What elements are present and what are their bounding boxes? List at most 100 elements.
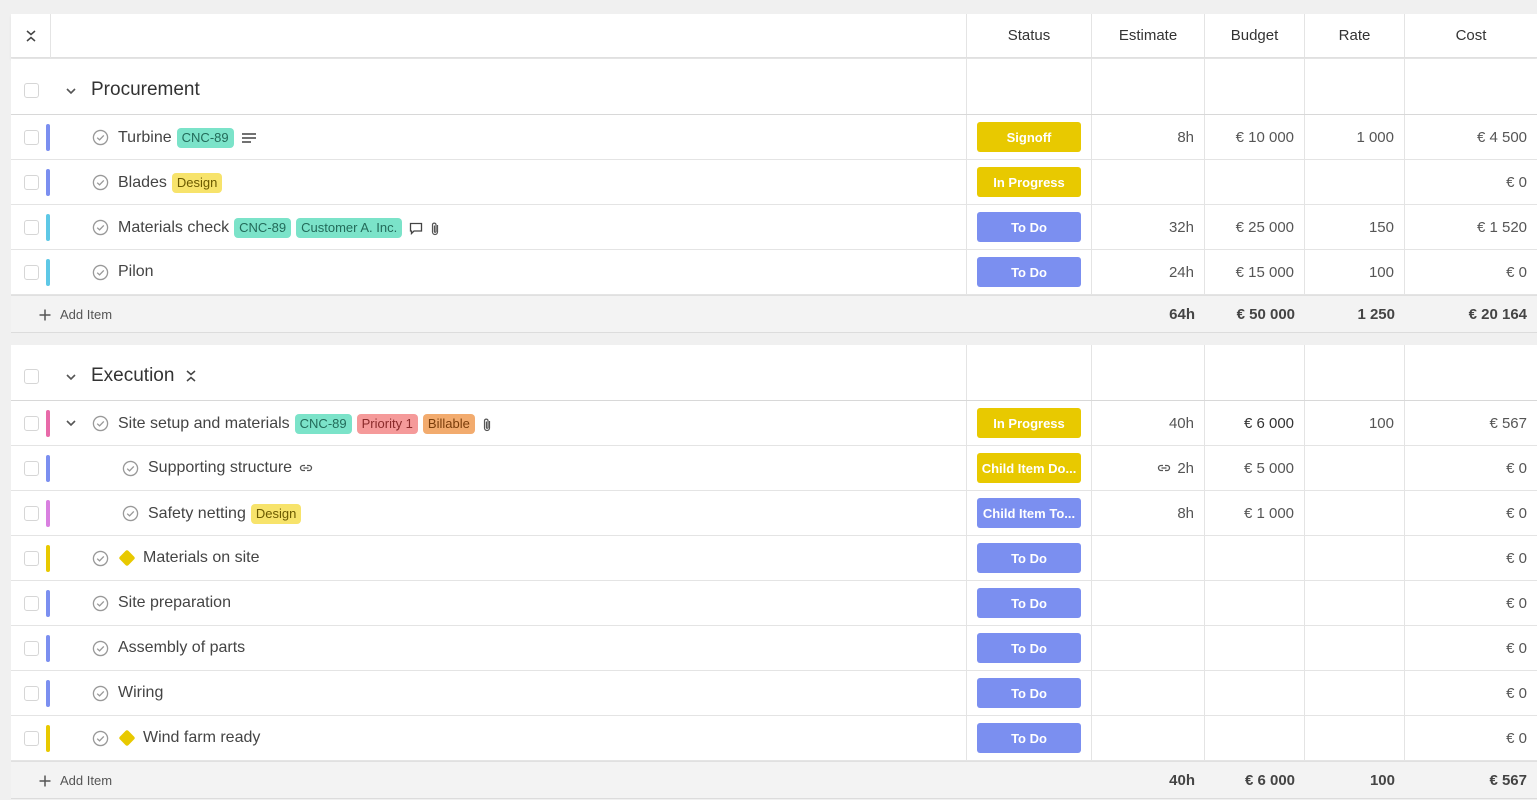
budget-cell[interactable]: € 5 000 [1205, 446, 1305, 490]
rate-cell[interactable] [1305, 671, 1405, 715]
chevron-down-icon[interactable] [65, 417, 77, 429]
table-row[interactable]: Materials check CNC-89 Customer A. Inc. … [11, 205, 1537, 250]
budget-cell[interactable]: € 10 000 [1205, 115, 1305, 159]
comment-icon[interactable] [409, 222, 423, 235]
check-circle-icon[interactable] [122, 460, 139, 477]
cost-cell[interactable]: € 1 520 [1405, 205, 1537, 249]
budget-cell[interactable]: € 6 000 [1205, 401, 1305, 445]
column-header-budget[interactable]: Budget [1205, 14, 1305, 57]
attachment-icon[interactable] [430, 221, 440, 236]
check-circle-icon[interactable] [92, 685, 109, 702]
budget-cell[interactable]: € 1 000 [1205, 491, 1305, 535]
check-circle-icon[interactable] [92, 174, 109, 191]
rate-cell[interactable]: 150 [1305, 205, 1405, 249]
status-badge[interactable]: To Do [977, 723, 1081, 753]
column-header-rate[interactable]: Rate [1305, 14, 1405, 57]
cost-cell[interactable]: € 0 [1405, 716, 1537, 760]
chevron-down-icon[interactable] [65, 371, 77, 383]
row-checkbox[interactable] [24, 731, 39, 746]
table-row[interactable]: Site preparation To Do € 0 [11, 581, 1537, 626]
estimate-cell[interactable]: 24h [1092, 250, 1205, 294]
budget-cell[interactable] [1205, 536, 1305, 580]
table-row[interactable]: Safety netting Design Child Item To... 8… [11, 491, 1537, 536]
row-checkbox[interactable] [24, 551, 39, 566]
chevron-down-icon[interactable] [65, 85, 77, 97]
task-name[interactable]: Assembly of parts [118, 639, 245, 657]
estimate-cell[interactable]: 8h [1092, 115, 1205, 159]
check-circle-icon[interactable] [92, 415, 109, 432]
estimate-cell[interactable]: 40h [1092, 401, 1205, 445]
status-badge[interactable]: To Do [977, 257, 1081, 287]
description-icon[interactable] [241, 132, 257, 144]
estimate-cell[interactable] [1092, 581, 1205, 625]
task-name[interactable]: Pilon [118, 263, 154, 281]
task-name[interactable]: Wiring [118, 684, 163, 702]
status-badge[interactable]: In Progress [977, 167, 1081, 197]
row-checkbox[interactable] [24, 596, 39, 611]
tag[interactable]: CNC-89 [176, 128, 234, 148]
cost-cell[interactable]: € 0 [1405, 671, 1537, 715]
row-checkbox[interactable] [24, 686, 39, 701]
budget-cell[interactable] [1205, 160, 1305, 204]
check-circle-icon[interactable] [92, 550, 109, 567]
row-checkbox[interactable] [24, 220, 39, 235]
estimate-cell[interactable] [1092, 626, 1205, 670]
add-item-button[interactable]: Add Item [39, 307, 112, 322]
collapse-all-button[interactable] [11, 14, 51, 58]
tag[interactable]: Design [250, 504, 302, 524]
status-badge[interactable]: Child Item To... [977, 498, 1081, 528]
table-row[interactable]: Materials on site To Do € 0 [11, 536, 1537, 581]
estimate-cell[interactable]: 2h [1092, 446, 1205, 490]
table-row[interactable]: Blades Design In Progress € 0 [11, 160, 1537, 205]
task-name[interactable]: Materials on site [143, 549, 260, 567]
group-checkbox[interactable] [24, 83, 39, 98]
group-title[interactable]: Execution [91, 365, 174, 387]
row-checkbox[interactable] [24, 175, 39, 190]
budget-cell[interactable]: € 15 000 [1205, 250, 1305, 294]
rate-cell[interactable] [1305, 716, 1405, 760]
row-checkbox[interactable] [24, 641, 39, 656]
cost-cell[interactable]: € 0 [1405, 536, 1537, 580]
estimate-cell[interactable] [1092, 716, 1205, 760]
tag[interactable]: CNC-89 [294, 414, 352, 434]
row-checkbox[interactable] [24, 506, 39, 521]
attachment-icon[interactable] [482, 417, 492, 432]
group-checkbox[interactable] [24, 369, 39, 384]
estimate-cell[interactable]: 32h [1092, 205, 1205, 249]
table-row[interactable]: Site setup and materials CNC-89 Priority… [11, 401, 1537, 446]
task-name[interactable]: Safety netting [148, 505, 246, 523]
rate-cell[interactable] [1305, 491, 1405, 535]
cost-cell[interactable]: € 0 [1405, 626, 1537, 670]
rate-cell[interactable] [1305, 626, 1405, 670]
task-name[interactable]: Materials check [118, 219, 229, 237]
task-name[interactable]: Site preparation [118, 594, 231, 612]
budget-cell[interactable] [1205, 716, 1305, 760]
row-checkbox[interactable] [24, 416, 39, 431]
estimate-cell[interactable] [1092, 671, 1205, 715]
tag[interactable]: Customer A. Inc. [296, 218, 403, 238]
table-row[interactable]: Wind farm ready To Do € 0 [11, 716, 1537, 761]
table-row[interactable]: Wiring To Do € 0 [11, 671, 1537, 716]
row-checkbox[interactable] [24, 461, 39, 476]
status-badge[interactable]: Signoff [977, 122, 1081, 152]
column-header-status[interactable]: Status [967, 14, 1092, 57]
tag[interactable]: Design [171, 173, 223, 193]
cost-cell[interactable]: € 0 [1405, 581, 1537, 625]
table-row[interactable]: Pilon To Do 24h € 15 000 100 € 0 [11, 250, 1537, 295]
rate-cell[interactable] [1305, 581, 1405, 625]
rate-cell[interactable]: 100 [1305, 250, 1405, 294]
cost-cell[interactable]: € 4 500 [1405, 115, 1537, 159]
task-name[interactable]: Supporting structure [148, 459, 292, 477]
status-badge[interactable]: To Do [977, 588, 1081, 618]
tag[interactable]: Billable [422, 414, 475, 434]
check-circle-icon[interactable] [92, 730, 109, 747]
check-circle-icon[interactable] [92, 264, 109, 281]
estimate-cell[interactable] [1092, 536, 1205, 580]
budget-cell[interactable]: € 25 000 [1205, 205, 1305, 249]
cost-cell[interactable]: € 0 [1405, 446, 1537, 490]
task-name[interactable]: Wind farm ready [143, 729, 260, 747]
tag[interactable]: CNC-89 [234, 218, 292, 238]
cost-cell[interactable]: € 0 [1405, 250, 1537, 294]
table-row[interactable]: Assembly of parts To Do € 0 [11, 626, 1537, 671]
status-badge[interactable]: To Do [977, 543, 1081, 573]
